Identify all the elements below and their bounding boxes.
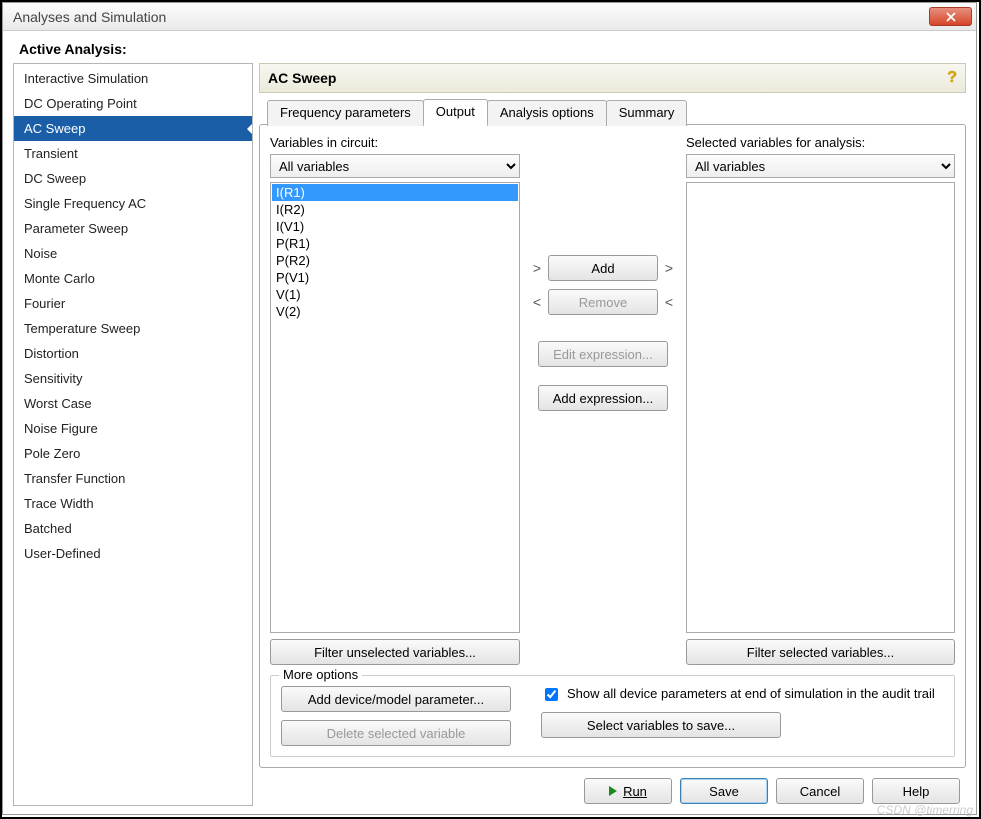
sidebar-item[interactable]: Worst Case (14, 391, 252, 416)
analysis-sidebar: Interactive SimulationDC Operating Point… (13, 63, 253, 806)
angle-left-icon: < (532, 294, 542, 310)
list-item[interactable]: P(V1) (272, 269, 518, 286)
sidebar-item[interactable]: Fourier (14, 291, 252, 316)
window-title: Analyses and Simulation (13, 9, 929, 25)
sidebar-item[interactable]: Noise Figure (14, 416, 252, 441)
left-filter-combo[interactable]: All variables (270, 154, 520, 178)
angle-left-icon: < (664, 294, 674, 310)
show-all-params-checkbox[interactable] (545, 688, 558, 701)
title-bar: Analyses and Simulation (3, 3, 976, 31)
list-item[interactable]: I(R1) (272, 184, 518, 201)
tab[interactable]: Analysis options (487, 100, 607, 126)
add-button[interactable]: Add (548, 255, 658, 281)
active-analysis-label: Active Analysis: (13, 35, 966, 63)
sidebar-item[interactable]: Batched (14, 516, 252, 541)
sidebar-item[interactable]: Noise (14, 241, 252, 266)
sidebar-item[interactable]: DC Operating Point (14, 91, 252, 116)
tab-body-output: Variables in circuit: All variables I(R1… (259, 124, 966, 768)
help-button[interactable]: Help (872, 778, 960, 804)
sidebar-item[interactable]: Parameter Sweep (14, 216, 252, 241)
selected-variables-listbox[interactable] (686, 182, 955, 633)
tabs-row: Frequency parametersOutputAnalysis optio… (267, 99, 966, 125)
filter-unselected-button[interactable]: Filter unselected variables... (270, 639, 520, 665)
sidebar-item[interactable]: Transient (14, 141, 252, 166)
run-button-label: Run (623, 784, 647, 799)
close-icon (946, 12, 956, 22)
save-button[interactable]: Save (680, 778, 768, 804)
sidebar-item[interactable]: AC Sweep (14, 116, 252, 141)
tab[interactable]: Summary (606, 100, 688, 126)
sidebar-item[interactable]: Trace Width (14, 491, 252, 516)
filter-selected-button[interactable]: Filter selected variables... (686, 639, 955, 665)
angle-right-icon: > (532, 260, 542, 276)
show-all-params-label: Show all device parameters at end of sim… (567, 686, 935, 701)
show-all-params-row[interactable]: Show all device parameters at end of sim… (541, 686, 944, 704)
list-item[interactable]: I(V1) (272, 218, 518, 235)
watermark: CSDN @timerring (877, 803, 973, 817)
more-options-legend: More options (279, 667, 362, 682)
list-item[interactable]: P(R2) (272, 252, 518, 269)
list-item[interactable]: V(2) (272, 303, 518, 320)
sidebar-item[interactable]: Distortion (14, 341, 252, 366)
sidebar-item[interactable]: Sensitivity (14, 366, 252, 391)
sidebar-item[interactable]: Temperature Sweep (14, 316, 252, 341)
remove-button[interactable]: Remove (548, 289, 658, 315)
run-button[interactable]: Run (584, 778, 672, 804)
cancel-button[interactable]: Cancel (776, 778, 864, 804)
sidebar-item[interactable]: Interactive Simulation (14, 66, 252, 91)
list-item[interactable]: P(R1) (272, 235, 518, 252)
add-device-parameter-button[interactable]: Add device/model parameter... (281, 686, 511, 712)
tab[interactable]: Frequency parameters (267, 100, 424, 126)
list-item[interactable]: V(1) (272, 286, 518, 303)
right-filter-combo[interactable]: All variables (686, 154, 955, 178)
more-options-group: More options Add device/model parameter.… (270, 675, 955, 757)
angle-right-icon: > (664, 260, 674, 276)
sidebar-item[interactable]: Monte Carlo (14, 266, 252, 291)
delete-selected-variable-button[interactable]: Delete selected variable (281, 720, 511, 746)
sidebar-item[interactable]: User-Defined (14, 541, 252, 566)
add-expression-button[interactable]: Add expression... (538, 385, 668, 411)
panel-title: AC Sweep (268, 70, 336, 86)
dialog-footer: Run Save Cancel Help (259, 768, 966, 806)
variables-listbox[interactable]: I(R1)I(R2)I(V1)P(R1)P(R2)P(V1)V(1)V(2) (270, 182, 520, 633)
list-item[interactable]: I(R2) (272, 201, 518, 218)
play-icon (609, 786, 617, 796)
sidebar-item[interactable]: Single Frequency AC (14, 191, 252, 216)
help-icon[interactable]: ? (947, 69, 957, 87)
sidebar-item[interactable]: DC Sweep (14, 166, 252, 191)
variables-in-circuit-label: Variables in circuit: (270, 135, 520, 150)
edit-expression-button[interactable]: Edit expression... (538, 341, 668, 367)
close-button[interactable] (929, 7, 972, 26)
sidebar-item[interactable]: Pole Zero (14, 441, 252, 466)
tab[interactable]: Output (423, 99, 488, 125)
select-variables-to-save-button[interactable]: Select variables to save... (541, 712, 781, 738)
selected-variables-label: Selected variables for analysis: (686, 135, 955, 150)
sidebar-item[interactable]: Transfer Function (14, 466, 252, 491)
panel-header: AC Sweep ? (259, 63, 966, 93)
